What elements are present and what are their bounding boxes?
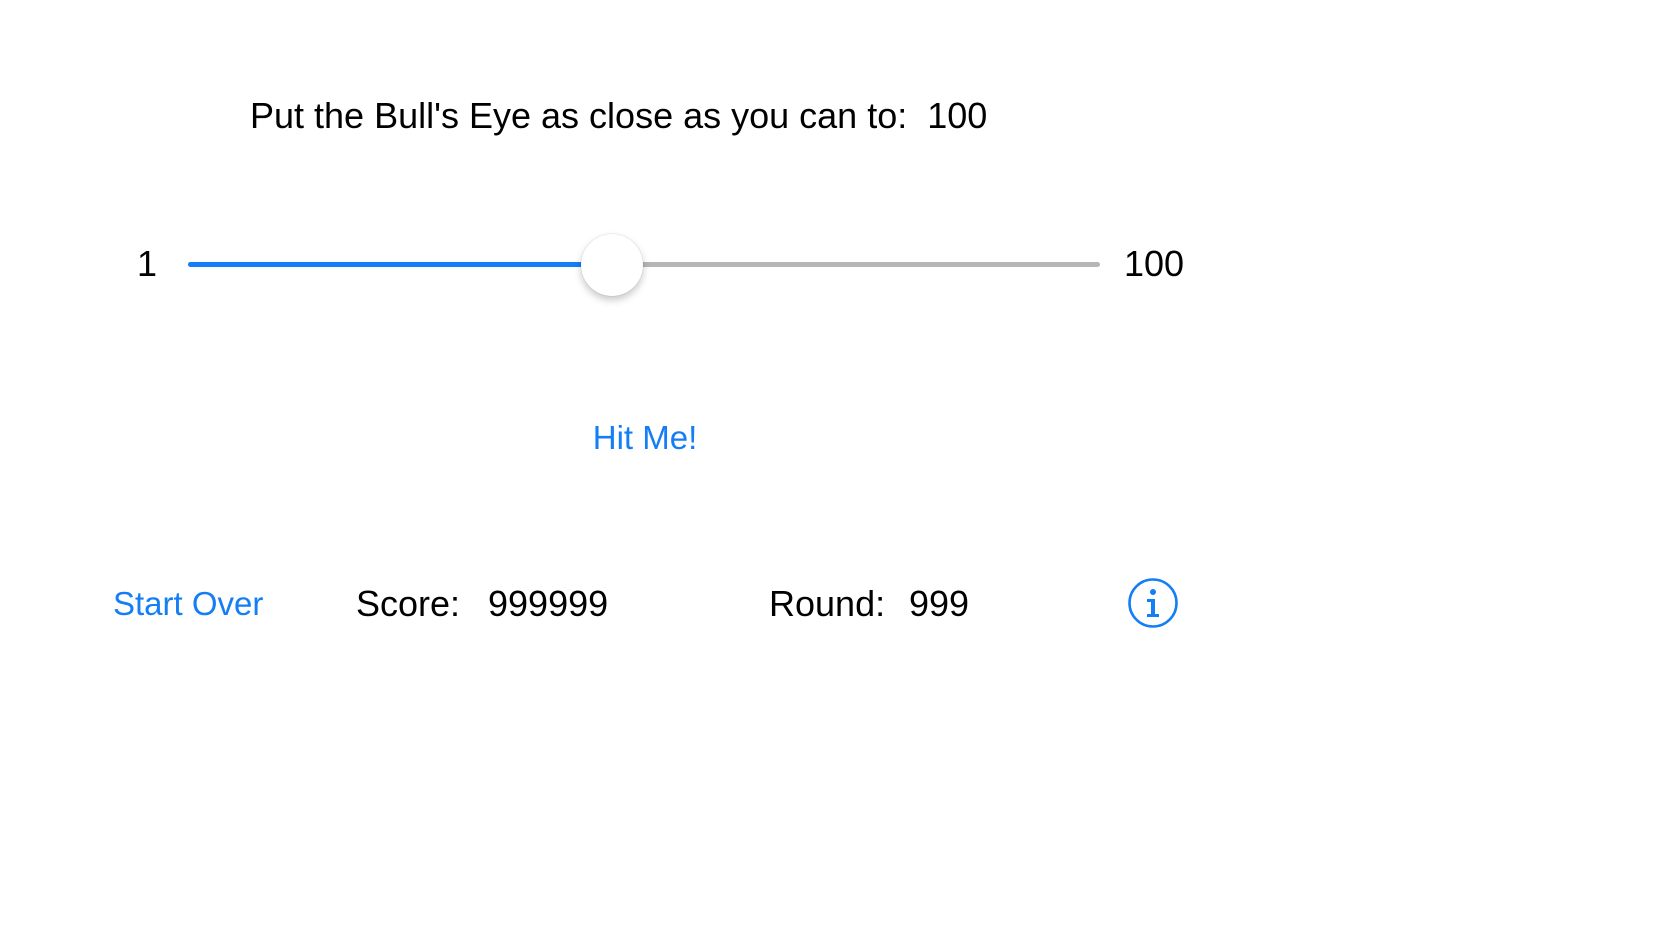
- target-value: 100: [927, 95, 988, 136]
- slider-min-label: 1: [137, 243, 158, 284]
- start-over-button[interactable]: Start Over: [113, 580, 263, 628]
- slider-max-label: 100: [1124, 243, 1185, 284]
- slider-track[interactable]: [188, 262, 1100, 267]
- slider-row: 1 100: [0, 230, 1656, 300]
- info-circle-icon: [1128, 578, 1178, 628]
- round-value: 999: [909, 583, 970, 624]
- slider-track-fill: [188, 262, 612, 267]
- score-value: 999999: [488, 583, 609, 624]
- target-prompt: Put the Bull's Eye as close as you can t…: [250, 94, 987, 138]
- hit-me-button[interactable]: Hit Me!: [560, 414, 730, 462]
- score-label: Score:: [356, 583, 461, 624]
- prompt-label: Put the Bull's Eye as close as you can t…: [250, 95, 908, 136]
- round-label: Round:: [769, 583, 886, 624]
- slider-thumb[interactable]: [581, 234, 643, 296]
- info-button[interactable]: [1127, 577, 1179, 629]
